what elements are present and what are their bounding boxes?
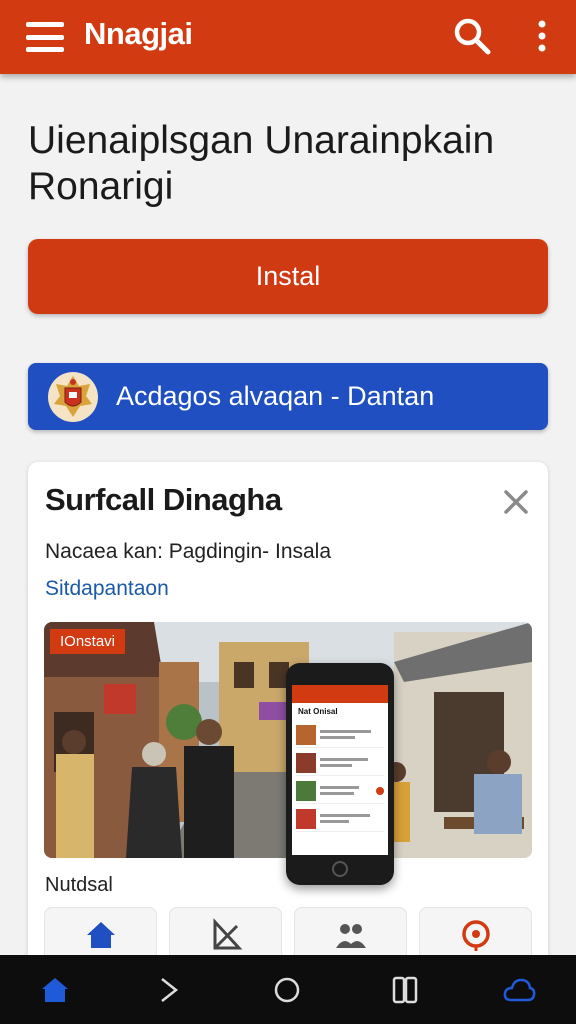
forward-icon[interactable] (152, 973, 186, 1007)
phone-home-button (332, 861, 348, 877)
install-button[interactable]: Instal (28, 239, 548, 314)
page-headline: Uienaiplsgan Unarainpkain Ronarigi (28, 119, 495, 208)
phone-app-bar (292, 685, 388, 703)
more-vert-icon[interactable] (532, 18, 552, 54)
recents-icon[interactable] (388, 973, 422, 1007)
card-link[interactable]: Sitdapantaon (45, 577, 169, 601)
home-icon[interactable] (38, 973, 72, 1007)
menu-icon[interactable] (26, 22, 64, 52)
phone-screen-title: Nat Onisal (298, 707, 338, 716)
app-bar: Nnagjai (0, 0, 576, 74)
section-label: Nutdsal (45, 874, 113, 896)
close-icon[interactable] (502, 488, 530, 516)
promo-banner[interactable]: Acdagos alvaqan - Dantan (28, 363, 548, 430)
search-icon[interactable] (452, 16, 492, 56)
card-title: Surfcall Dinagha (45, 482, 282, 517)
list-item (296, 806, 384, 832)
system-nav-bar (0, 955, 576, 1024)
app-title: Nnagjai (84, 16, 193, 51)
phone-mockup: Nat Onisal (286, 663, 394, 885)
promo-label: Acdagos alvaqan - Dantan (116, 381, 435, 411)
list-item (296, 778, 384, 804)
scissors-icon (213, 918, 242, 950)
card-subtitle: Nacaea kan: Pagdingin- Insala (45, 540, 332, 563)
people-icon (335, 924, 366, 948)
photo-badge: IOnstavi (50, 629, 126, 654)
emblem-icon (48, 371, 98, 422)
circle-home-icon[interactable] (270, 973, 304, 1007)
cloud-icon[interactable] (502, 973, 536, 1007)
home-icon (86, 922, 115, 948)
list-item (296, 750, 384, 776)
phone-screen: Nat Onisal (292, 685, 388, 855)
list-item (296, 722, 384, 748)
target-icon (461, 920, 490, 951)
